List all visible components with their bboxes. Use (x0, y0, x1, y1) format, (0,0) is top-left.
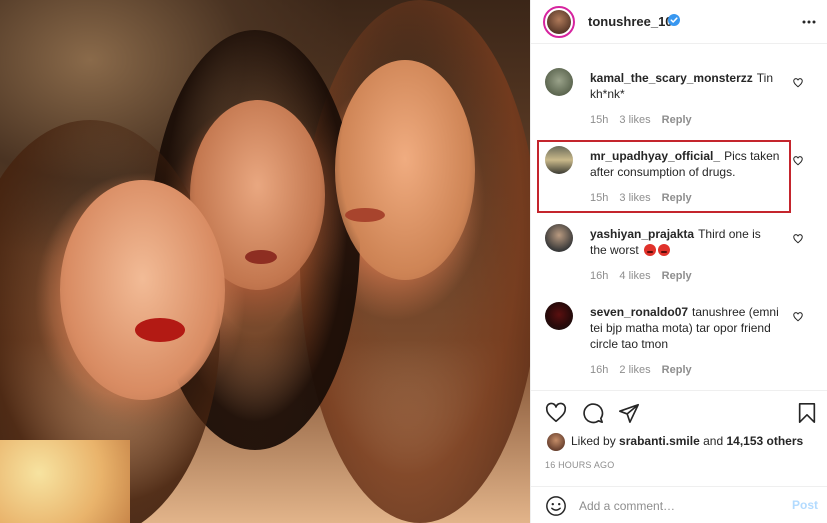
liked-by-user[interactable]: srabanti.smile (619, 434, 700, 448)
post-timestamp[interactable]: 16 HOURS AGO (545, 460, 614, 470)
comment-like-icon[interactable] (793, 234, 803, 244)
post-header: tonushree_10 (531, 0, 827, 44)
liked-by-prefix: Liked by (571, 434, 616, 448)
photo-face-right (335, 60, 475, 280)
photo-lips-right (345, 208, 385, 222)
post-side-panel: tonushree_10 kamal_the_scary_monsterzz Ti… (530, 0, 827, 523)
comment-text: kamal_the_scary_monsterzz Tin kh*nk* (590, 70, 780, 102)
commenter-username[interactable]: yashiyan_prajakta (590, 227, 694, 241)
comment-text: yashiyan_prajakta Third one is the worst (590, 226, 780, 258)
liked-by-others[interactable]: 14,153 others (726, 434, 803, 448)
liked-by-and: and (703, 434, 724, 448)
author-username[interactable]: tonushree_10 (588, 14, 673, 29)
photo-lips-middle (245, 250, 277, 264)
comment-like-icon[interactable] (793, 78, 803, 88)
author-avatar[interactable] (543, 6, 575, 38)
angry-face-emoji (658, 244, 671, 256)
comment-like-icon[interactable] (793, 156, 803, 166)
comment-likes[interactable]: 4 likes (619, 270, 650, 282)
post-actions: Liked by srabanti.smile and 14,153 other… (531, 390, 827, 523)
comment-text: seven_ronaldo07 tanushree (emni tei bjp m… (590, 304, 780, 352)
angry-face-emoji (644, 244, 657, 256)
add-comment-bar: Post (531, 486, 827, 523)
comment-time: 16h (590, 364, 609, 376)
comments-list[interactable]: kamal_the_scary_monsterzz Tin kh*nk* 15h … (531, 44, 827, 390)
commenter-avatar[interactable] (545, 68, 573, 96)
comment-meta: 16h 2 likes Reply (590, 364, 700, 376)
commenter-avatar[interactable] (545, 224, 573, 252)
heart-icon[interactable] (544, 402, 568, 424)
comment-icon[interactable] (581, 402, 605, 424)
comment-meta: 16h 4 likes Reply (590, 270, 700, 282)
comment-meta: 15h 3 likes Reply (590, 114, 700, 126)
comment-reply-button[interactable]: Reply (662, 364, 692, 376)
commenter-username[interactable]: seven_ronaldo07 (590, 305, 688, 319)
more-options-icon[interactable] (802, 16, 816, 28)
comment-likes[interactable]: 2 likes (619, 364, 650, 376)
emoji-smile-icon[interactable] (545, 495, 567, 517)
highlight-box (537, 140, 791, 213)
comment-likes[interactable]: 3 likes (619, 114, 650, 126)
comment-time: 15h (590, 114, 609, 126)
comment-reply-button[interactable]: Reply (662, 114, 692, 126)
post-comment-button[interactable]: Post (792, 498, 818, 512)
post-photo[interactable] (0, 0, 530, 523)
photo-shirt (0, 440, 130, 523)
commenter-username[interactable]: kamal_the_scary_monsterzz (590, 71, 753, 85)
photo-lips-left (135, 318, 185, 342)
comment-time: 16h (590, 270, 609, 282)
commenter-avatar[interactable] (545, 302, 573, 330)
bookmark-icon[interactable] (795, 402, 819, 424)
add-comment-input[interactable] (579, 493, 774, 519)
verified-badge-icon (668, 14, 680, 26)
photo-face-left (60, 180, 225, 400)
liked-by-text: Liked by srabanti.smile and 14,153 other… (571, 434, 803, 448)
comment-reply-button[interactable]: Reply (662, 270, 692, 282)
share-icon[interactable] (617, 402, 641, 424)
comment-like-icon[interactable] (793, 312, 803, 322)
liked-by-avatar[interactable] (547, 433, 565, 451)
